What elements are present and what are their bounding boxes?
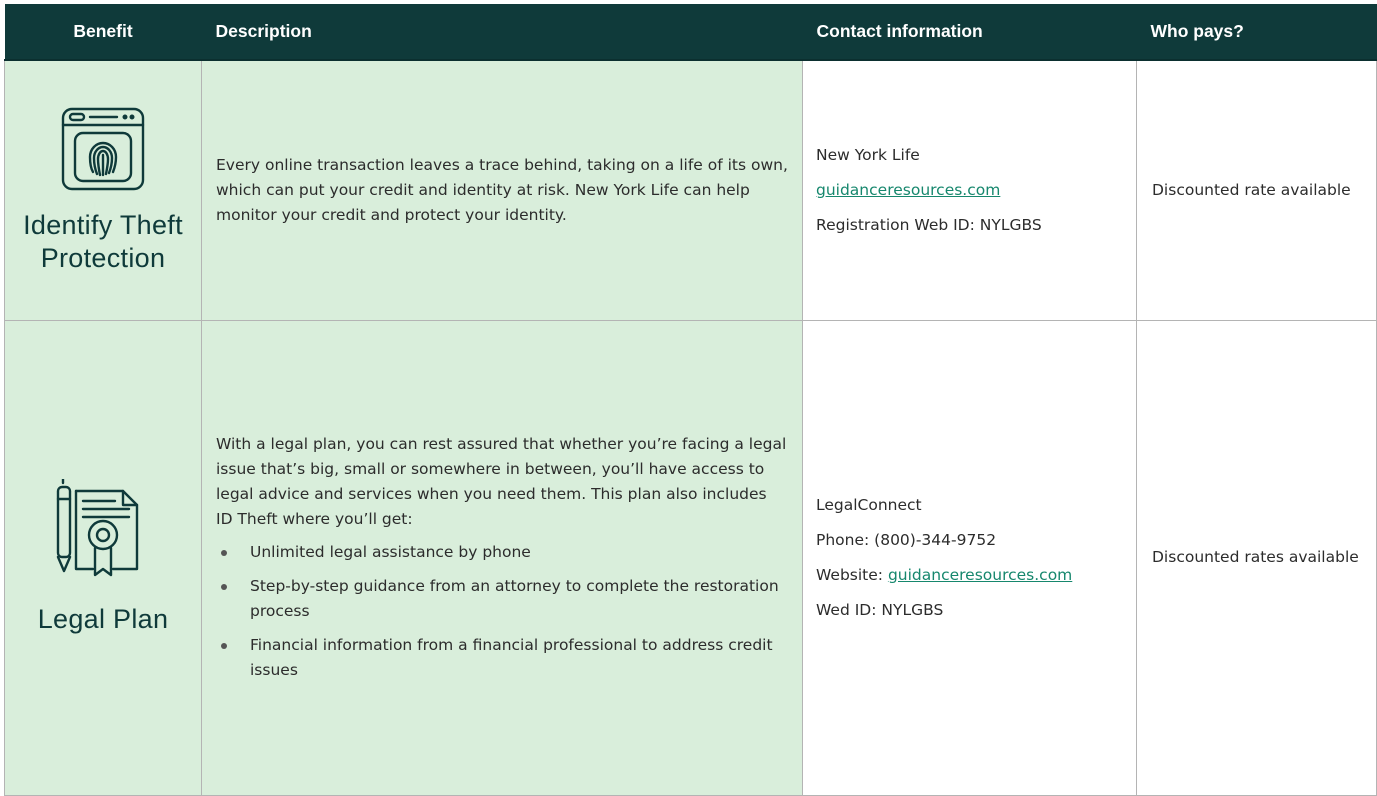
who-pays-text: Discounted rates available	[1152, 548, 1359, 566]
bullet-icon	[221, 584, 227, 590]
table-row-identity-theft: Identify Theft Protection Every online t…	[4, 59, 1377, 321]
bullet-icon	[221, 550, 227, 556]
description-text: With a legal plan, you can rest assured …	[216, 435, 787, 528]
contact-website-line: Website: guidanceresources.com	[816, 563, 1128, 588]
benefit-cell: Identify Theft Protection	[4, 59, 202, 321]
bullet-list: Unlimited legal assistance by phone Step…	[216, 540, 788, 683]
benefit-name: Identify Theft Protection	[23, 210, 183, 274]
who-pays-cell: Discounted rate available	[1136, 59, 1377, 321]
table-row-legal-plan: Legal Plan With a legal plan, you can re…	[4, 319, 1377, 796]
who-pays-cell: Discounted rates available	[1136, 319, 1377, 796]
contact-web-id: Wed ID: NYLGBS	[816, 600, 944, 619]
list-item-text: Unlimited legal assistance by phone	[250, 543, 531, 561]
description-cell: Every online transaction leaves a trace …	[201, 59, 803, 321]
contact-phone: Phone: (800)-344-9752	[816, 530, 997, 549]
table-header-row: Benefit Description Contact information …	[4, 4, 1377, 61]
list-item: Financial information from a financial p…	[216, 633, 788, 683]
contact-name: New York Life	[816, 145, 920, 164]
contact-cell: LegalConnect Phone: (800)-344-9752 Websi…	[802, 319, 1137, 796]
legal-certificate-icon	[56, 479, 139, 577]
list-item-text: Step-by-step guidance from an attorney t…	[250, 577, 779, 620]
bullet-icon	[221, 643, 227, 649]
header-contact: Contact information	[802, 4, 1137, 61]
header-who-pays: Who pays?	[1136, 4, 1377, 61]
header-description: Description	[201, 4, 803, 61]
guidanceresources-link[interactable]: guidanceresources.com	[816, 181, 1000, 199]
benefits-page: Benefit Description Contact information …	[0, 0, 1377, 796]
header-benefit: Benefit	[4, 4, 202, 61]
contact-web-id: Registration Web ID: NYLGBS	[816, 215, 1042, 234]
description-text: Every online transaction leaves a trace …	[216, 155, 788, 224]
description-cell: With a legal plan, you can rest assured …	[201, 319, 803, 796]
website-label: Website:	[816, 565, 888, 584]
list-item: Unlimited legal assistance by phone	[216, 540, 788, 565]
contact-cell: New York Life guidanceresources.com Regi…	[802, 59, 1137, 321]
list-item-text: Financial information from a financial p…	[250, 636, 773, 679]
guidanceresources-link[interactable]: guidanceresources.com	[888, 566, 1072, 584]
contact-link-line: guidanceresources.com	[816, 178, 1128, 203]
benefits-table: Benefit Description Contact information …	[4, 4, 1377, 796]
list-item: Step-by-step guidance from an attorney t…	[216, 574, 788, 624]
benefit-name: Legal Plan	[37, 604, 169, 634]
contact-name: LegalConnect	[816, 495, 922, 514]
benefit-cell: Legal Plan	[4, 319, 202, 796]
fingerprint-browser-icon	[61, 108, 145, 191]
who-pays-text: Discounted rate available	[1152, 180, 1351, 199]
